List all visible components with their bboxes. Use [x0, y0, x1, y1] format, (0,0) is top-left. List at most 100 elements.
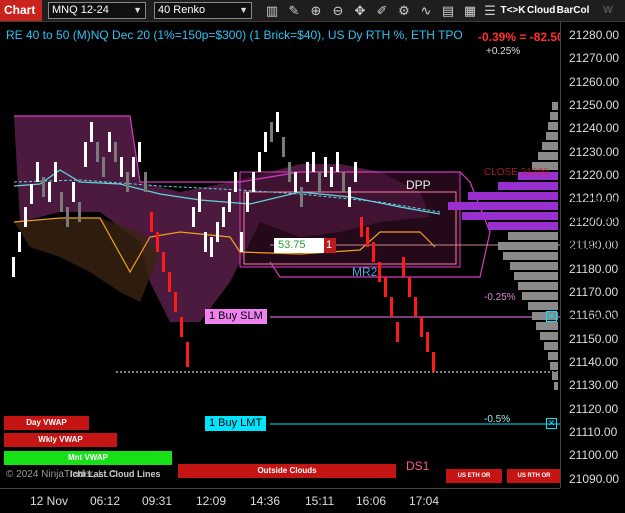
renko-brick — [384, 277, 387, 297]
price-tick-label: 21100.00 — [569, 448, 619, 463]
outside-clouds-button[interactable]: Outside Clouds — [178, 464, 396, 478]
renko-brick — [36, 162, 39, 182]
renko-brick — [366, 227, 369, 247]
flag-barcol[interactable]: BarCol — [556, 2, 590, 19]
chart-panel[interactable]: RE 40 to 50 (M)NQ Dec 20 (1%=150p=$300) … — [0, 22, 564, 488]
instrument-selector[interactable]: MNQ 12-24 ▼ — [48, 2, 146, 19]
price-axis[interactable]: 21280.00 21270.00 21260.00 21250.00 21240.00… — [560, 22, 625, 488]
renko-brick — [228, 192, 231, 212]
volume-profile-bar — [536, 322, 558, 330]
properties-icon[interactable]: ▦ — [460, 2, 480, 19]
flag-tk[interactable]: T<>K — [500, 2, 526, 19]
renko-brick — [234, 172, 237, 192]
renko-brick — [120, 157, 123, 177]
cancel-lmt-icon[interactable]: ✕ — [546, 418, 557, 429]
bars-icon[interactable]: ▥ — [262, 2, 282, 19]
flag-wvwav[interactable]: W VWAV — [591, 2, 625, 33]
zoom-in-icon[interactable]: ⊕ — [306, 2, 326, 19]
dpp-label: DPP — [406, 178, 431, 192]
wkly-vwap-button[interactable]: Wkly VWAP — [4, 433, 117, 447]
volume-profile-bar — [550, 112, 558, 120]
volume-profile-bar — [554, 382, 558, 390]
zoom-out-icon[interactable]: ⊖ — [328, 2, 348, 19]
time-tick-label: 16:06 — [356, 494, 387, 508]
volume-profile-bar — [510, 262, 558, 270]
chevron-down-icon: ▼ — [239, 5, 248, 15]
renko-brick — [18, 232, 21, 252]
crosshair-icon[interactable]: ✥ — [350, 2, 370, 19]
price-tag-buy-slm: 21159.00 — [568, 310, 618, 324]
chevron-down-icon: ▼ — [133, 5, 142, 15]
price-tag-last: 21135.25 — [568, 365, 618, 379]
flag-cloud[interactable]: Cloud — [527, 2, 555, 19]
renko-brick — [42, 177, 45, 197]
renko-brick — [330, 167, 333, 187]
price-tick-label: 21220.00 — [569, 168, 620, 183]
renko-brick — [186, 342, 189, 367]
volume-profile-bar — [544, 342, 558, 350]
renko-brick — [138, 142, 141, 162]
renko-brick — [174, 292, 177, 312]
renko-brick — [216, 222, 219, 242]
us-rth-or-button[interactable]: US RTH OR — [507, 469, 561, 483]
time-axis[interactable]: 12 Nov 06:12 09:31 12:09 14:36 15:11 16:06 17:0… — [0, 488, 560, 513]
renko-brick — [108, 132, 111, 152]
time-tick-label: 09:31 — [142, 494, 173, 508]
drawing-tools-icon[interactable]: ✐ — [372, 2, 392, 19]
renko-brick — [390, 297, 393, 317]
mnt-vwap-button[interactable]: Mnt VWAP — [4, 451, 172, 465]
renko-brick — [426, 332, 429, 352]
indicators-icon[interactable]: ∿ — [416, 2, 436, 19]
cancel-slm-icon[interactable]: ✕ — [546, 311, 557, 322]
renko-brick — [48, 182, 51, 202]
day-vwap-button[interactable]: Day VWAP — [4, 416, 89, 430]
time-tick-label: 14:36 — [250, 494, 281, 508]
renko-brick — [348, 187, 351, 207]
renko-brick — [420, 317, 423, 337]
renko-brick — [252, 172, 255, 192]
renko-brick — [90, 122, 93, 142]
strategy-icon[interactable]: ⚙ — [394, 2, 414, 19]
renko-brick — [24, 207, 27, 227]
renko-brick — [276, 112, 279, 132]
renko-brick — [378, 262, 381, 282]
price-tick-label: 21170.00 — [569, 284, 619, 299]
renko-brick — [66, 207, 69, 227]
pct-up-label: +0.25% — [486, 46, 521, 57]
price-tick-label: 21150.00 — [569, 331, 619, 346]
buy-lmt-order[interactable]: 1 Buy LMT — [205, 416, 267, 431]
renko-brick — [294, 172, 297, 192]
pencil-icon[interactable]: ✎ — [284, 2, 304, 19]
renko-brick — [102, 157, 105, 177]
price-tick-label: 21260.00 — [569, 74, 620, 89]
buy-slm-order[interactable]: 1 Buy SLM — [205, 309, 267, 324]
volume-profile-bar — [550, 362, 558, 370]
renko-brick — [372, 242, 375, 262]
price-tick-label: 21240.00 — [569, 121, 620, 136]
volume-profile-bar — [522, 292, 558, 300]
price-tag-lower-vwap: 21200.81 — [568, 212, 619, 226]
position-qty-box[interactable]: 1 — [324, 238, 336, 253]
chart-trader-icon[interactable]: ☰ — [480, 2, 500, 19]
volume-profile-bar — [546, 132, 558, 140]
time-tick-label: 12 Nov — [30, 494, 69, 508]
volume-profile-bar — [468, 192, 558, 200]
volume-profile-bar — [552, 372, 558, 380]
renko-brick — [336, 152, 339, 172]
renko-brick — [168, 272, 171, 292]
chart-title: RE 40 to 50 (M)NQ Dec 20 (1%=150p=$300) … — [6, 28, 463, 42]
renko-brick — [354, 162, 357, 182]
price-tick-label: 21280.00 — [569, 28, 620, 42]
volume-profile-bar — [462, 212, 558, 220]
chart-menu-button[interactable]: Chart — [0, 0, 42, 21]
volume-profile-bar — [540, 332, 558, 340]
price-tag-buy-lmt: 21113.00 — [568, 416, 617, 430]
bar-type-selector[interactable]: 40 Renko ▼ — [154, 2, 252, 19]
renko-brick — [324, 157, 327, 177]
price-tick-label: 21130.00 — [569, 378, 619, 393]
volume-profile-bar — [448, 202, 558, 210]
us-eth-or-button[interactable]: US ETH OR — [446, 469, 502, 483]
price-tick-label: 21090.00 — [569, 471, 620, 486]
templates-icon[interactable]: ▤ — [438, 2, 458, 19]
position-pnl-box[interactable]: 53.75 — [274, 238, 324, 253]
